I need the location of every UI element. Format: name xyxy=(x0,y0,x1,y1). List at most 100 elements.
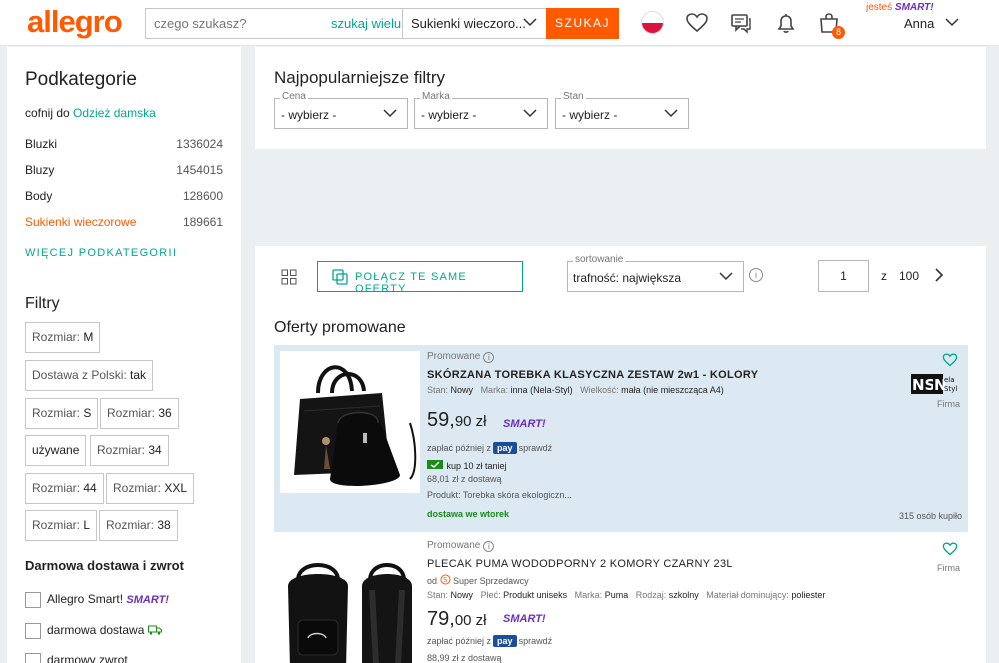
delivery-section-title: Darmowa dostawa i zwrot xyxy=(25,558,184,573)
smart-status[interactable]: jesteś SMART! xyxy=(866,2,934,13)
promoted-label: Promowane i xyxy=(427,540,495,552)
pay-check-link[interactable]: sprawdź xyxy=(519,636,553,646)
checkbox[interactable] xyxy=(25,653,41,663)
sort-legend: sortowanie xyxy=(573,254,626,265)
param-value: inna (Nela-Styl) xyxy=(510,385,573,395)
checkbox-label: darmowy zwrot xyxy=(47,653,128,663)
checkbox-free-delivery[interactable]: darmowa dostawa xyxy=(25,623,162,639)
chevron-down-icon[interactable] xyxy=(945,17,959,27)
param-value: mała (nie mieszcząca A4) xyxy=(621,385,724,395)
filter-chip[interactable]: używane xyxy=(25,435,87,466)
seller-name[interactable]: Super Sprzedawcy xyxy=(453,576,529,586)
svg-text:NS: NS xyxy=(912,376,935,394)
svg-text:S: S xyxy=(443,576,448,584)
checkbox-smart[interactable]: Allegro Smart! SMART! xyxy=(25,592,169,608)
pay-badge: pay xyxy=(493,442,517,454)
seller-type: Firma xyxy=(937,399,960,409)
user-name[interactable]: Anna xyxy=(904,16,934,31)
more-subcategories-button[interactable]: WIĘCEJ PODKATEGORII xyxy=(25,247,177,259)
chevron-right-icon[interactable] xyxy=(933,267,945,283)
checkbox-label: darmowa dostawa xyxy=(47,623,145,638)
checkbox-free-return[interactable]: darmowy zwrot xyxy=(25,653,128,663)
grid-view-icon[interactable] xyxy=(281,269,297,285)
coupon-icon xyxy=(427,460,443,469)
category-item[interactable]: Bluzki 1336024 xyxy=(25,137,223,151)
offer-card[interactable]: Promowane i PLECAK PUMA WODODPORNY 2 KOMO… xyxy=(274,534,968,663)
filter-chip[interactable]: Rozmiar: 34 xyxy=(90,435,169,466)
filter-chip[interactable]: Rozmiar: XXL xyxy=(106,473,195,504)
category-item-active[interactable]: Sukienki wieczorowe 189661 xyxy=(25,215,223,229)
svg-text:Styl: Styl xyxy=(944,385,957,393)
info-icon[interactable]: i xyxy=(749,268,763,282)
param-key: Wielkość: xyxy=(580,385,619,395)
category-item[interactable]: Body 128600 xyxy=(25,189,223,203)
info-icon[interactable]: i xyxy=(483,541,495,552)
sort-select[interactable]: sortowanie trafność: największa xyxy=(567,254,744,292)
product-image[interactable] xyxy=(280,540,420,663)
chip-value: S xyxy=(83,406,92,420)
price-select[interactable]: Cena - wybierz - xyxy=(274,91,408,129)
price-dec: 00 zł xyxy=(454,612,487,629)
chip-prefix: Rozmiar: xyxy=(106,518,155,532)
handbag-image xyxy=(294,365,417,486)
filter-chip[interactable]: Rozmiar: L xyxy=(25,510,98,541)
search-multi-link[interactable]: szukaj wielu xyxy=(331,16,401,31)
bell-icon[interactable] xyxy=(774,11,798,35)
offer-card[interactable]: Promowane i SKÓRZANA TOREBKA KLASYCZNA ZE… xyxy=(274,345,968,532)
heart-icon[interactable] xyxy=(685,11,709,35)
category-count: 1336024 xyxy=(176,137,223,151)
filter-chip[interactable]: Rozmiar: S xyxy=(25,398,99,429)
favorite-heart-icon[interactable] xyxy=(942,541,958,556)
smart-badge: SMART! xyxy=(126,594,169,607)
param-value: Puma xyxy=(604,590,629,600)
poland-flag-icon[interactable] xyxy=(641,11,664,34)
chevron-down-icon xyxy=(383,109,397,118)
merge-offers-button[interactable]: POŁĄCZ TE SAME OFERTY xyxy=(317,261,523,295)
chip-prefix: Rozmiar: xyxy=(32,481,81,495)
product-image[interactable] xyxy=(280,351,420,493)
product-line: Produkt: Torebka skóra ekologiczn... xyxy=(427,490,572,500)
back-link[interactable]: Odzież damska xyxy=(73,106,156,120)
back-prefix: cofnij do xyxy=(25,106,70,120)
chip-prefix: Rozmiar: xyxy=(97,443,146,457)
offer-title[interactable]: PLECAK PUMA WODODPORNY 2 KOMORY CZARNY 2… xyxy=(427,558,733,570)
smart-badge: SMART! xyxy=(503,418,546,430)
filter-chip[interactable]: Rozmiar: M xyxy=(25,322,101,353)
promoted-text: Promowane xyxy=(427,351,481,362)
category-select[interactable]: Sukienki wieczoro... xyxy=(402,9,547,38)
select-value: - wybierz - xyxy=(562,108,618,122)
favorite-heart-icon[interactable] xyxy=(942,352,958,367)
filter-chip[interactable]: Dostawa z Polski: tak xyxy=(25,360,154,391)
search-bar: szukaj wielu Sukienki wieczoro... SZUKAJ xyxy=(145,8,619,39)
coupon-row: kup 10 zł taniej xyxy=(427,459,507,471)
category-item[interactable]: Bluzy 1454015 xyxy=(25,163,223,177)
seller-logo-icon[interactable]: NS N ela Styl xyxy=(911,374,961,394)
search-button[interactable]: SZUKAJ xyxy=(546,8,619,39)
price-with-delivery: 88,99 zł z dostawą xyxy=(427,653,502,663)
condition-select[interactable]: Stan - wybierz - xyxy=(555,91,689,129)
checkbox[interactable] xyxy=(25,623,41,639)
brand-select[interactable]: Marka - wybierz - xyxy=(414,91,548,129)
chevron-down-icon xyxy=(523,109,537,118)
select-legend: Stan xyxy=(561,91,586,102)
checkbox[interactable] xyxy=(25,592,41,608)
truck-icon xyxy=(147,625,162,635)
param-key: Materiał dominujący: xyxy=(706,590,789,600)
info-icon[interactable]: i xyxy=(483,352,495,363)
page-number-input[interactable]: 1 xyxy=(818,260,869,292)
price-dec: 90 zł xyxy=(454,413,487,430)
bought-count: 315 osób kupiło xyxy=(898,511,962,521)
allegro-logo[interactable]: allegro xyxy=(27,4,123,40)
sort-value: trafność: największa xyxy=(573,271,682,285)
select-legend: Cena xyxy=(280,91,308,102)
offer-title[interactable]: SKÓRZANA TOREBKA KLASYCZNA ZESTAW 2w1 - … xyxy=(427,369,758,381)
top-header: allegro szukaj wielu Sukienki wieczoro..… xyxy=(0,0,999,46)
pay-check-link[interactable]: sprawdź xyxy=(519,443,553,453)
filter-chip[interactable]: Rozmiar: 36 xyxy=(100,398,179,429)
chat-icon[interactable] xyxy=(729,11,753,35)
smart-label: SMART! xyxy=(894,2,934,13)
category-label: Sukienki wieczorowe xyxy=(25,215,137,229)
filter-chip[interactable]: Rozmiar: 38 xyxy=(99,510,178,541)
filter-chip[interactable]: Rozmiar: 44 xyxy=(25,473,104,504)
back-link-row: cofnij do Odzież damska xyxy=(25,106,156,120)
